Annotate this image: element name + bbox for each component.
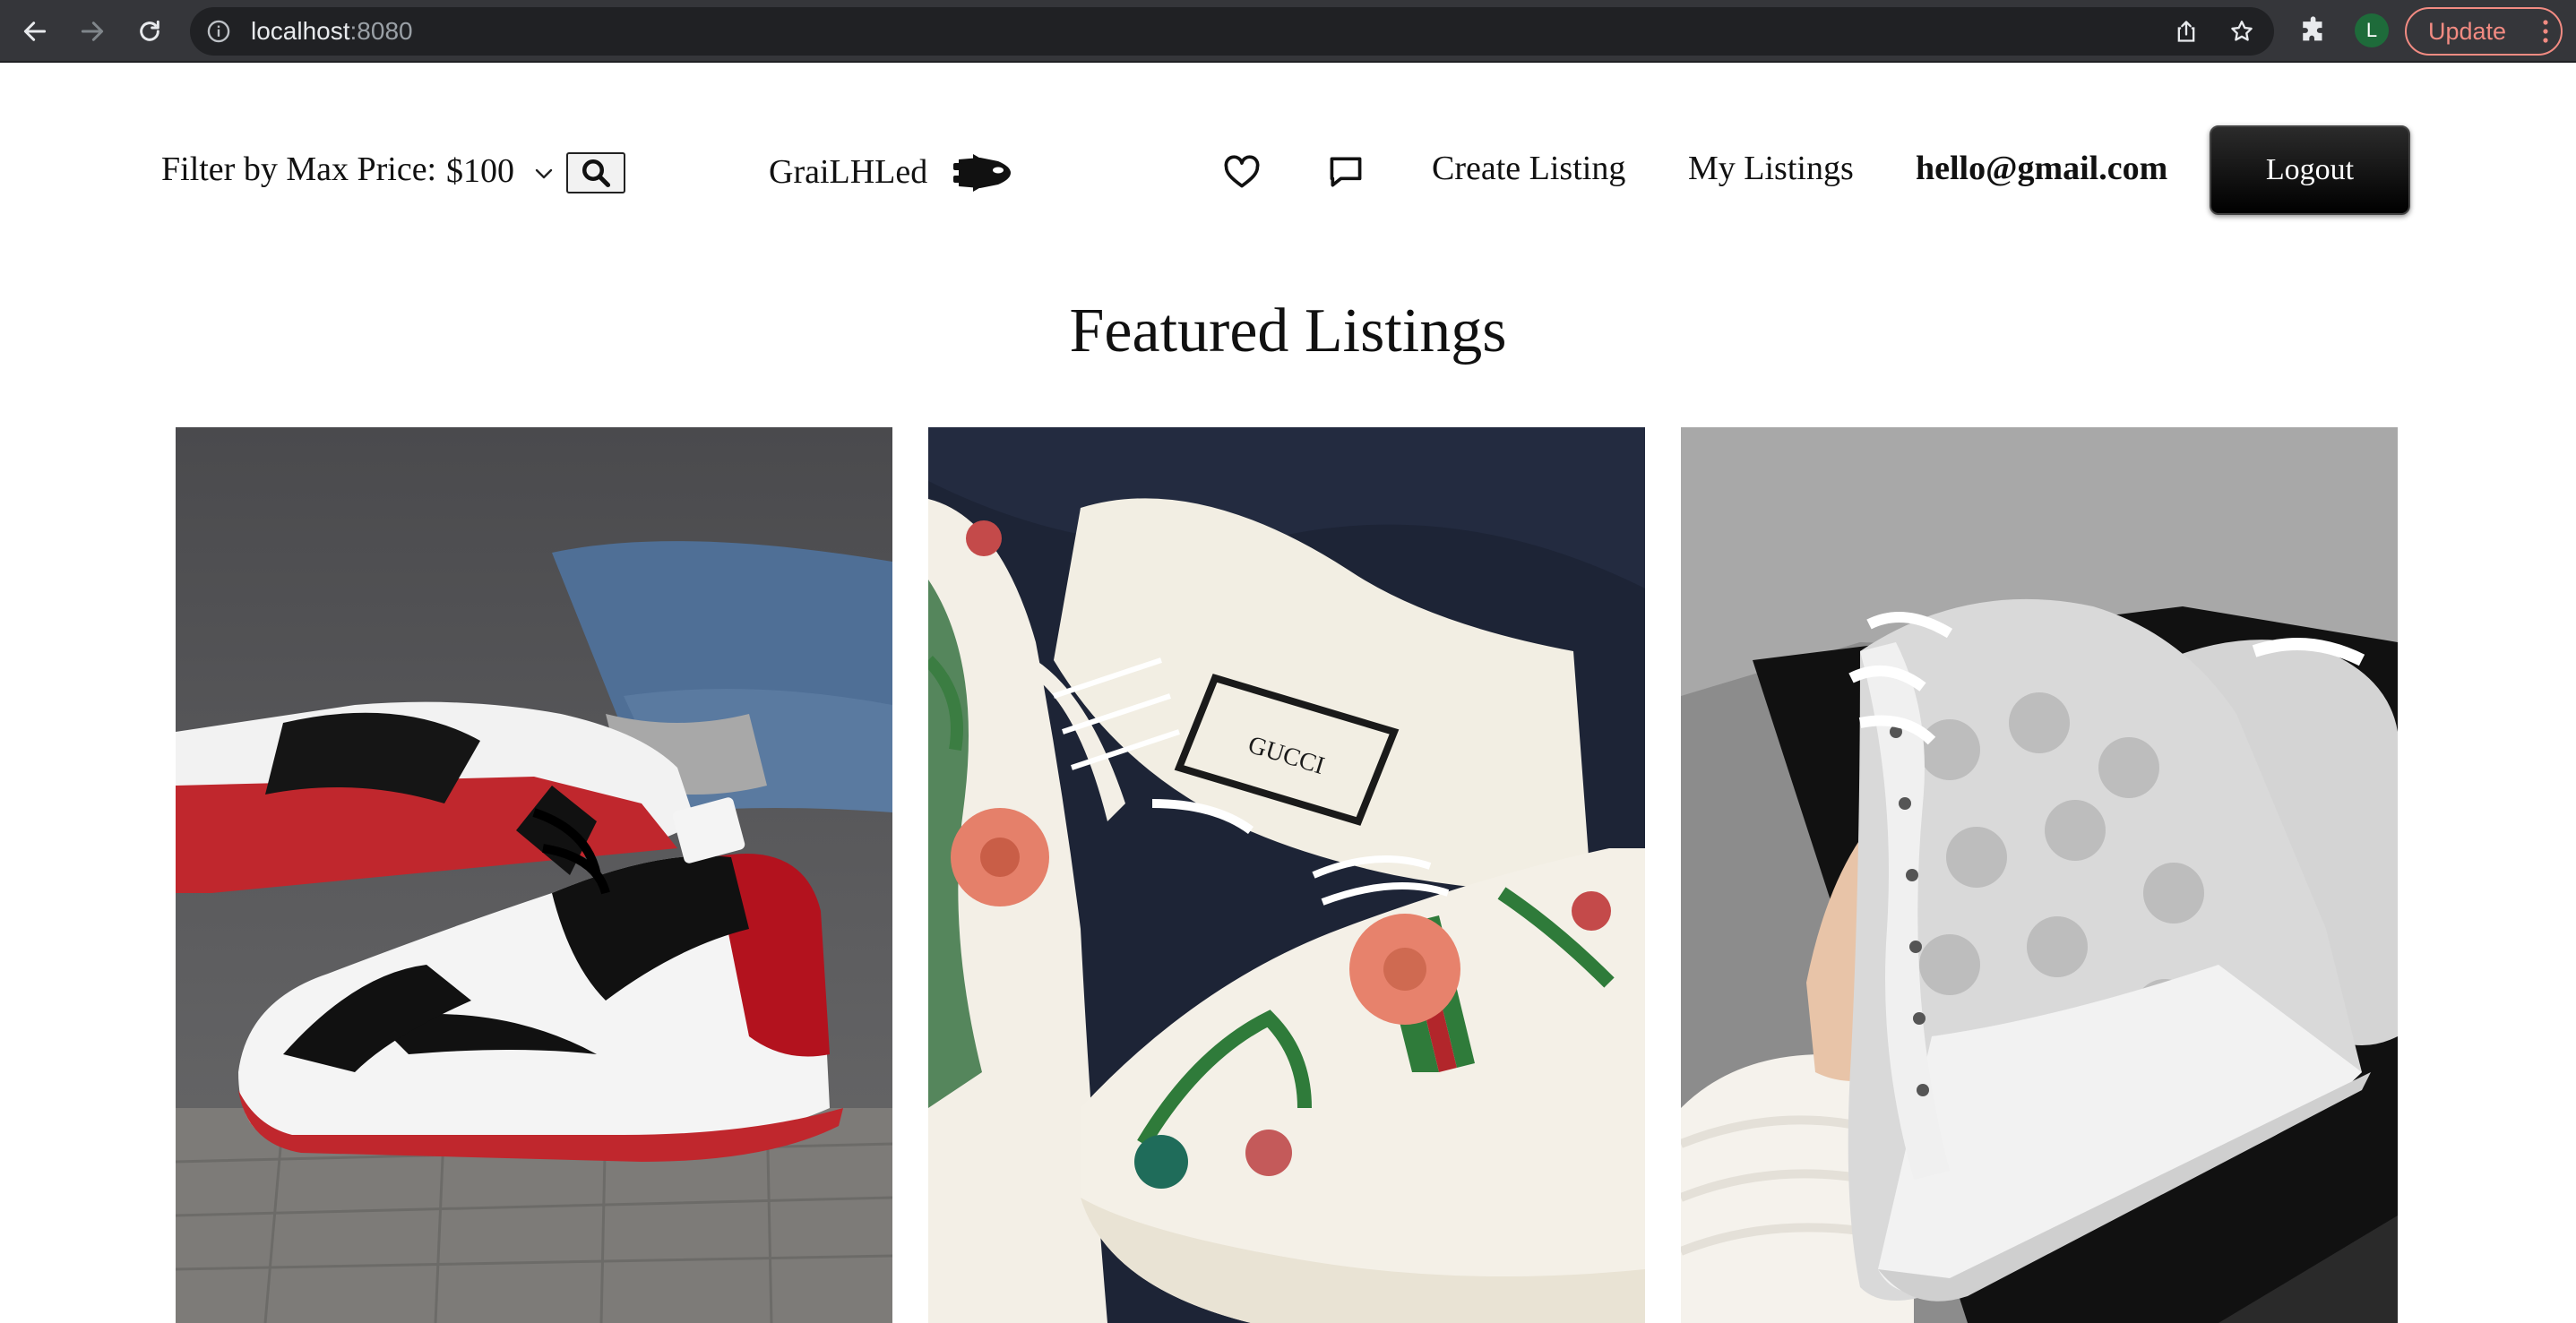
listing-image-floral-sneakers: GUCCI <box>928 427 1645 1323</box>
brand-name[interactable]: GraiLHLed <box>769 152 927 192</box>
site-header: Filter by Max Price: $100 GraiLHLed Crea… <box>0 64 2576 279</box>
search-button[interactable] <box>566 152 625 193</box>
logout-button[interactable]: Logout <box>2210 125 2410 215</box>
reload-button[interactable] <box>133 14 167 48</box>
more-menu-icon[interactable] <box>2543 20 2548 43</box>
space-shuttle-logo-icon[interactable] <box>953 152 1012 193</box>
chevron-down-icon <box>535 168 553 179</box>
reload-icon <box>140 20 159 41</box>
profile-avatar[interactable]: L <box>2355 13 2389 47</box>
favorites-heart-icon[interactable] <box>1222 152 1262 192</box>
site-info-icon[interactable] <box>206 19 231 44</box>
search-icon <box>582 159 611 188</box>
address-bar[interactable]: localhost:8080 <box>190 7 2274 56</box>
url-host: localhost <box>251 17 350 45</box>
url-port: :8080 <box>349 17 413 45</box>
max-price-value: $100 <box>446 152 514 190</box>
listing-image-monogram-sneakers <box>1681 427 2398 1323</box>
url-text[interactable]: localhost:8080 <box>251 7 413 56</box>
back-arrow-icon <box>23 21 47 41</box>
share-icon[interactable] <box>2174 19 2199 44</box>
create-listing-link[interactable]: Create Listing <box>1432 149 1625 188</box>
extensions-puzzle-icon[interactable] <box>2299 15 2330 46</box>
listing-card-3[interactable] <box>1681 427 2398 1323</box>
bookmark-star-icon[interactable] <box>2229 19 2254 44</box>
user-email: hello@gmail.com <box>1916 150 2168 187</box>
max-price-select[interactable]: $100 <box>446 151 554 191</box>
messages-chat-icon[interactable] <box>1326 152 1366 192</box>
update-label: Update <box>2428 18 2507 45</box>
browser-update-button[interactable]: Update <box>2405 7 2563 56</box>
listing-card-2[interactable]: GUCCI <box>928 427 1645 1323</box>
forward-arrow-icon <box>81 21 104 41</box>
listing-card-1[interactable] <box>176 427 892 1323</box>
browser-toolbar: localhost:8080 L Update <box>0 0 2576 63</box>
filter-label: Filter by Max Price: <box>161 150 437 188</box>
back-button[interactable] <box>18 14 52 48</box>
forward-button[interactable] <box>75 14 109 48</box>
my-listings-link[interactable]: My Listings <box>1688 149 1854 188</box>
page-title: Featured Listings <box>1069 296 1507 365</box>
listing-image-red-black-sneaker <box>176 427 892 1323</box>
